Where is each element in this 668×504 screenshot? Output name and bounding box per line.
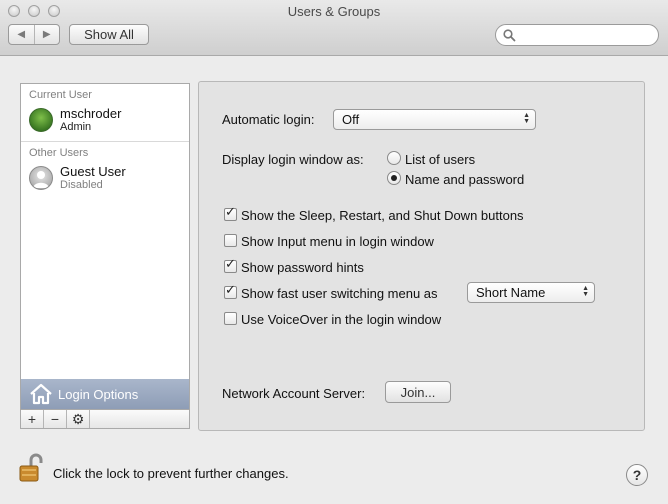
checkbox-fast-user-switching[interactable] [224, 283, 237, 299]
back-button[interactable]: ◀ [9, 25, 34, 44]
current-user-header: Current User [29, 89, 92, 101]
user-role: Admin [60, 121, 92, 133]
checkbox-voiceover[interactable] [224, 312, 237, 325]
network-account-label: Network Account Server: [222, 386, 366, 401]
back-forward-control: ◀ ▶ [8, 24, 60, 45]
toolbar: Users & Groups ◀ ▶ Show All [0, 0, 668, 56]
login-options-item[interactable]: Login Options [21, 379, 189, 409]
popup-arrows-icon: ▲ ▼ [582, 285, 589, 298]
leaf-avatar-icon [29, 108, 53, 132]
lock-message: Click the lock to prevent further change… [53, 466, 289, 481]
automatic-login-value: Off [342, 112, 360, 127]
checkbox-password-hints-label: Show password hints [241, 260, 364, 275]
radio-name-and-password-label: Name and password [405, 172, 525, 187]
radio-list-of-users-label: List of users [405, 152, 476, 167]
house-icon [30, 383, 52, 405]
login-options-label: Login Options [58, 387, 139, 402]
users-sidebar: Current User mschroder Admin Other Users… [20, 83, 190, 429]
user-name: mschroder [60, 106, 122, 121]
users-groups-window: Users & Groups ◀ ▶ Show All Current User… [0, 0, 668, 504]
checkbox-input-menu-label: Show Input menu in login window [241, 234, 434, 249]
remove-user-button[interactable]: − [44, 410, 67, 428]
fast-switch-popup[interactable]: Short Name ▲ ▼ [467, 282, 595, 303]
user-item-guest[interactable]: Guest User Disabled [29, 164, 189, 192]
sidebar-button-bar: + − ⚙ [21, 409, 189, 428]
checkbox-fast-user-switching-label: Show fast user switching menu as [241, 286, 438, 301]
login-options-panel: Automatic login: Off ▲ ▼ Display login wi… [198, 81, 645, 431]
show-all-button[interactable]: Show All [69, 24, 149, 45]
checkbox-input-menu[interactable] [224, 234, 237, 247]
join-button[interactable]: Join... [385, 381, 451, 403]
radio-list-of-users[interactable] [387, 151, 401, 165]
checkbox-voiceover-label: Use VoiceOver in the login window [241, 312, 442, 327]
divider [21, 141, 189, 142]
user-role: Disabled [60, 179, 103, 191]
popup-arrows-icon: ▲ ▼ [523, 112, 530, 125]
display-login-label: Display login window as: [222, 152, 364, 167]
unlocked-padlock-icon[interactable] [18, 453, 48, 483]
other-users-header: Other Users [29, 147, 89, 159]
add-user-button[interactable]: + [21, 410, 44, 428]
radio-name-and-password[interactable] [387, 171, 401, 185]
checkbox-password-hints[interactable] [224, 257, 237, 273]
automatic-login-popup[interactable]: Off ▲ ▼ [333, 109, 536, 130]
user-name: Guest User [60, 164, 126, 179]
fast-switch-value: Short Name [476, 285, 546, 300]
search-icon [503, 29, 516, 42]
window-title: Users & Groups [287, 4, 381, 19]
forward-button[interactable]: ▶ [33, 25, 60, 44]
automatic-login-label: Automatic login: [222, 112, 315, 127]
user-item-mschroder[interactable]: mschroder Admin [29, 106, 189, 134]
guest-avatar-icon [29, 166, 53, 190]
help-button[interactable]: ? [626, 464, 648, 486]
action-gear-icon[interactable]: ⚙ [67, 410, 90, 428]
checkbox-sleep-restart-shutdown[interactable] [224, 205, 237, 221]
search-field[interactable] [495, 24, 659, 46]
checkbox-sleep-restart-shutdown-label: Show the Sleep, Restart, and Shut Down b… [241, 208, 524, 223]
